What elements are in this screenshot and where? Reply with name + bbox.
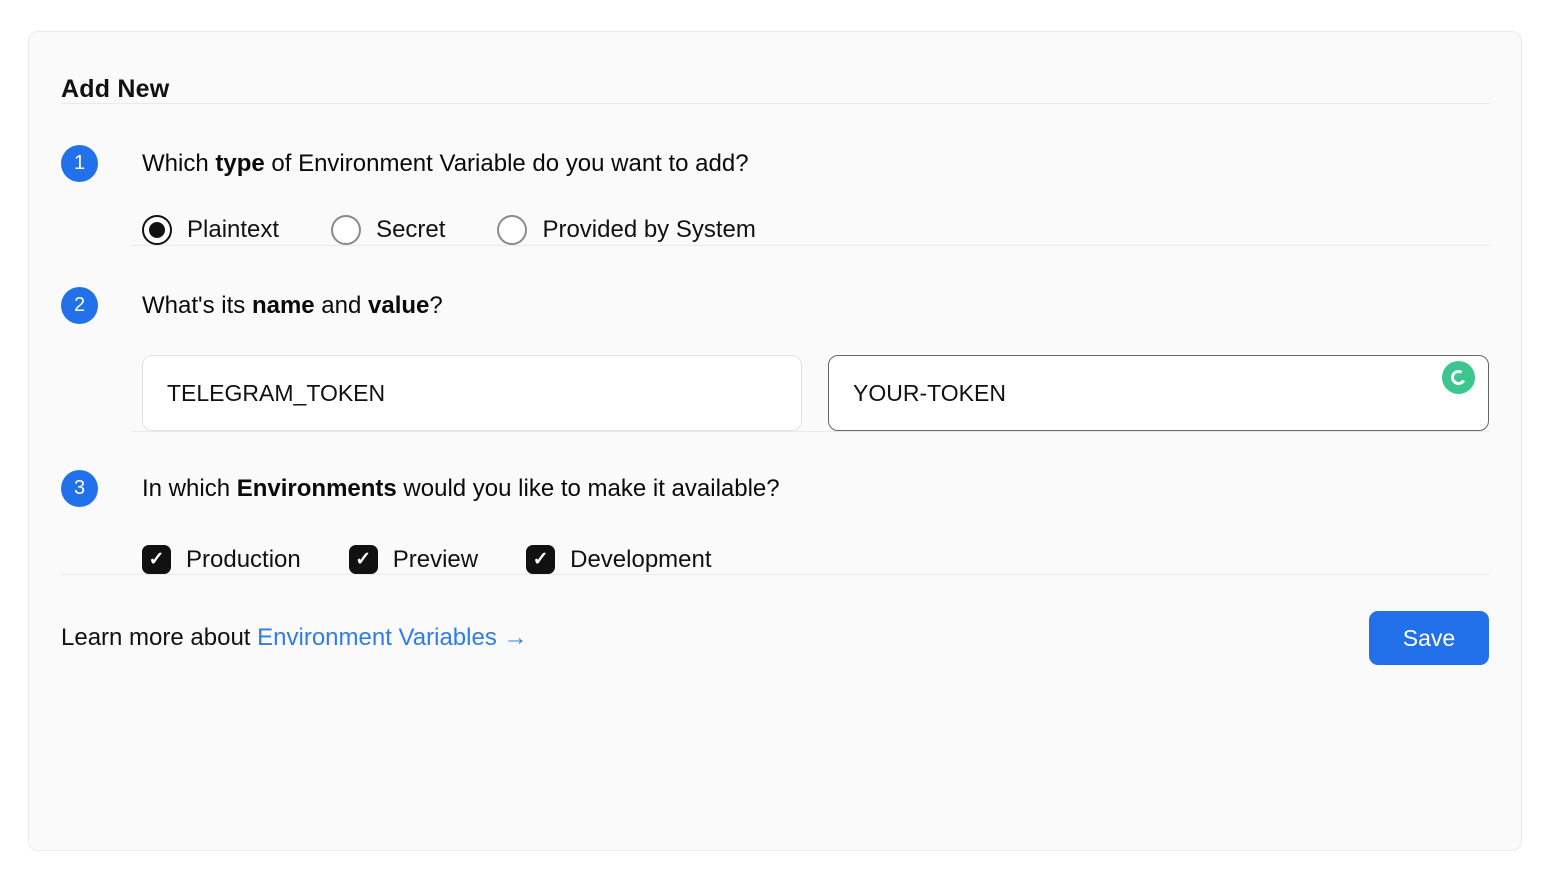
variable-name-input[interactable] xyxy=(142,355,802,431)
step-2-question: What's its name and value? xyxy=(142,292,443,319)
step-3-question: In which Environments would you like to … xyxy=(142,475,780,502)
checkbox-development[interactable]: ✓ Development xyxy=(526,545,712,574)
page-title: Add New xyxy=(61,75,170,103)
step-1-badge: 1 xyxy=(61,145,98,182)
loading-spinner-icon xyxy=(1442,361,1475,394)
step-2-badge: 2 xyxy=(61,287,98,324)
checkbox-production-label: Production xyxy=(186,545,301,573)
checkbox-checked-icon[interactable]: ✓ xyxy=(526,545,556,574)
name-value-inputs-row xyxy=(142,355,1489,431)
radio-plaintext-label: Plaintext xyxy=(187,216,280,243)
checkbox-checked-icon[interactable]: ✓ xyxy=(142,545,171,574)
step-environments: 3 In which Environments would you like t… xyxy=(61,432,1489,574)
arrow-right-icon: → xyxy=(503,624,528,651)
checkbox-preview-label: Preview xyxy=(392,545,479,573)
add-new-env-variable-card: Add New 1 Which type of Environment Vari… xyxy=(28,31,1522,851)
environment-variables-link[interactable]: Environment Variables → xyxy=(257,624,527,651)
radio-provided-by-system-label: Provided by System xyxy=(542,216,756,243)
checkbox-preview[interactable]: ✓ Preview xyxy=(348,545,479,574)
type-radio-group: Plaintext Secret Provided by System xyxy=(142,215,1489,245)
step-name-value: 2 What's its name and value? xyxy=(61,246,1489,431)
radio-secret-label: Secret xyxy=(376,216,446,243)
card-header: Add New xyxy=(61,32,1489,103)
radio-unselected-icon[interactable] xyxy=(331,215,362,245)
radio-plaintext[interactable]: Plaintext xyxy=(142,215,279,245)
step-type: 1 Which type of Environment Variable do … xyxy=(61,104,1489,245)
variable-value-input[interactable] xyxy=(828,355,1489,431)
checkbox-production[interactable]: ✓ Production xyxy=(142,545,301,574)
save-button[interactable]: Save xyxy=(1369,611,1489,665)
card-footer: Learn more about Environment Variables →… xyxy=(61,575,1489,701)
radio-unselected-icon[interactable] xyxy=(497,215,528,245)
variable-value-wrap xyxy=(828,355,1489,431)
learn-more-text: Learn more about Environment Variables → xyxy=(61,624,528,651)
environments-checkbox-group: ✓ Production ✓ Preview ✓ Development xyxy=(142,545,1489,574)
step-3-badge: 3 xyxy=(61,470,98,507)
step-1-question: Which type of Environment Variable do yo… xyxy=(142,150,749,177)
radio-secret[interactable]: Secret xyxy=(331,215,445,245)
radio-selected-icon[interactable] xyxy=(142,215,172,245)
checkbox-development-label: Development xyxy=(570,545,712,573)
checkbox-checked-icon[interactable]: ✓ xyxy=(348,545,378,574)
radio-provided-by-system[interactable]: Provided by System xyxy=(497,215,756,245)
